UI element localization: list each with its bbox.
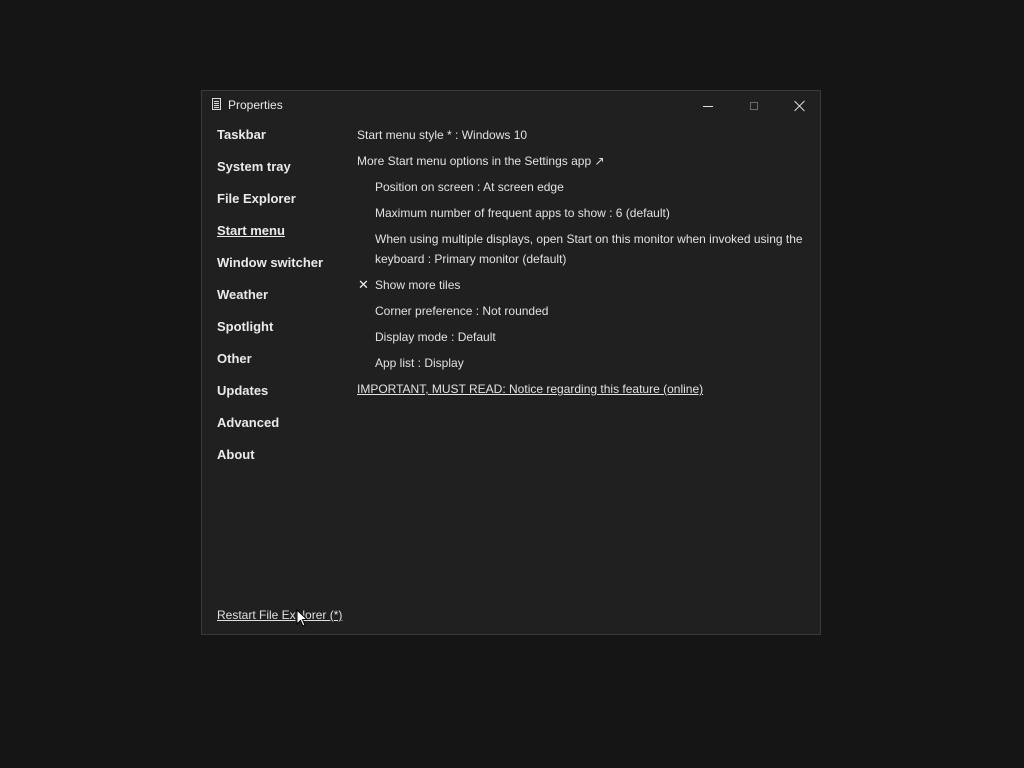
important-notice-link[interactable]: IMPORTANT, MUST READ: Notice regarding t… <box>357 379 807 405</box>
restart-file-explorer-link[interactable]: Restart File Explorer (*) <box>217 608 342 622</box>
sidebar-item-other[interactable]: Other <box>217 351 347 383</box>
minimize-button[interactable] <box>685 91 731 121</box>
sidebar-item-taskbar[interactable]: Taskbar <box>217 127 347 159</box>
sidebar-item-weather[interactable]: Weather <box>217 287 347 319</box>
sidebar-item-advanced[interactable]: Advanced <box>217 415 347 447</box>
position-on-screen-option[interactable]: Position on screen : At screen edge <box>357 177 807 203</box>
show-more-tiles-label: Show more tiles <box>375 278 461 292</box>
sidebar-item-spotlight[interactable]: Spotlight <box>217 319 347 351</box>
max-frequent-apps-option[interactable]: Maximum number of frequent apps to show … <box>357 203 807 229</box>
corner-preference-option[interactable]: Corner preference : Not rounded <box>357 301 807 327</box>
display-mode-option[interactable]: Display mode : Default <box>357 327 807 353</box>
show-more-tiles-option[interactable]: ✕ Show more tiles <box>357 275 807 301</box>
maximize-button[interactable] <box>731 91 777 121</box>
minimize-icon <box>703 105 713 107</box>
sidebar-item-about[interactable]: About <box>217 447 347 479</box>
desktop: Properties Taskbar System tray File Expl… <box>0 0 1024 768</box>
sidebar-item-start-menu[interactable]: Start menu <box>217 223 347 255</box>
sidebar-item-system-tray[interactable]: System tray <box>217 159 347 191</box>
sidebar-item-updates[interactable]: Updates <box>217 383 347 415</box>
maximize-icon <box>750 102 758 110</box>
properties-icon <box>212 98 221 110</box>
window-title: Properties <box>228 98 283 112</box>
start-menu-style-option[interactable]: Start menu style * : Windows 10 <box>357 125 807 151</box>
app-list-option[interactable]: App list : Display <box>357 353 807 379</box>
close-button[interactable] <box>777 91 823 121</box>
sidebar-item-window-switcher[interactable]: Window switcher <box>217 255 347 287</box>
close-icon <box>794 100 806 112</box>
sidebar: Taskbar System tray File Explorer Start … <box>217 127 347 479</box>
more-start-menu-options-link[interactable]: More Start menu options in the Settings … <box>357 151 807 177</box>
settings-panel: Start menu style * : Windows 10 More Sta… <box>357 125 807 405</box>
properties-window: Properties Taskbar System tray File Expl… <box>201 90 821 635</box>
unchecked-x-icon: ✕ <box>358 277 369 292</box>
sidebar-item-file-explorer[interactable]: File Explorer <box>217 191 347 223</box>
title-bar[interactable]: Properties <box>202 91 820 121</box>
multiple-displays-option[interactable]: When using multiple displays, open Start… <box>357 229 807 275</box>
